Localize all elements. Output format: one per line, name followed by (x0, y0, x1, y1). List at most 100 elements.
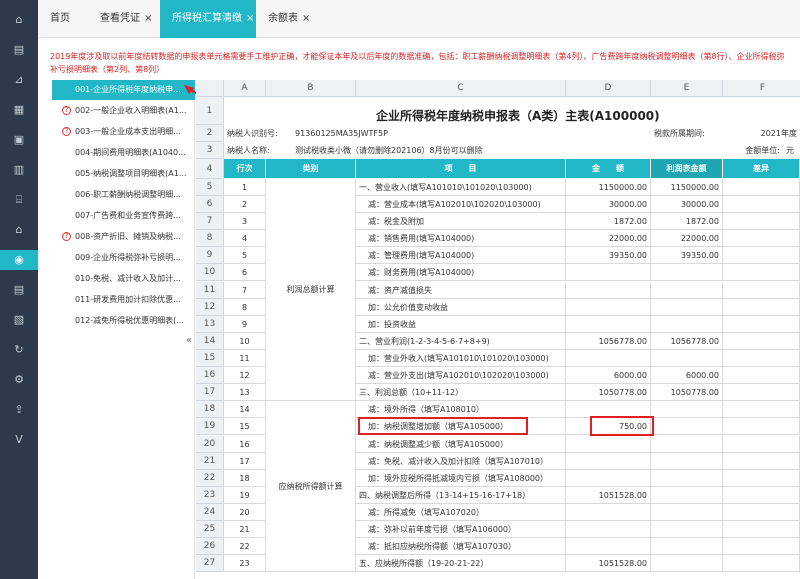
amount-cell[interactable]: 1056778.00 (566, 333, 651, 350)
pl-amount-cell[interactable] (651, 350, 723, 367)
tab-income-tax[interactable]: 所得税汇算清缴 × (160, 0, 256, 38)
diff-cell[interactable] (723, 521, 800, 538)
diff-cell[interactable] (723, 213, 800, 230)
amount-cell[interactable]: 1050778.00 (566, 384, 651, 401)
column-header[interactable]: B (266, 80, 356, 97)
building-icon[interactable]: ⌂ (0, 220, 38, 240)
row-header[interactable]: 1 (196, 97, 224, 125)
bank-icon[interactable]: ⌸ (0, 190, 38, 210)
row-header[interactable]: 24 (196, 504, 224, 521)
diff-cell[interactable] (723, 350, 800, 367)
ledger-icon[interactable]: ▣ (0, 130, 38, 150)
row-header[interactable]: 11 (196, 282, 224, 299)
pl-amount-cell[interactable] (651, 470, 723, 487)
amount-cell[interactable] (566, 282, 651, 299)
column-header[interactable]: D (566, 80, 651, 97)
diff-cell[interactable] (723, 333, 800, 350)
diff-cell[interactable] (723, 555, 800, 572)
amount-cell[interactable]: 1051528.00 (566, 487, 651, 504)
pl-amount-cell[interactable] (651, 418, 723, 435)
row-header[interactable]: 14 (196, 333, 224, 350)
tax-icon[interactable]: ◉ (0, 250, 38, 270)
pl-amount-cell[interactable]: 1872.00 (651, 213, 723, 230)
amount-cell[interactable] (566, 470, 651, 487)
amount-cell[interactable] (566, 316, 651, 333)
row-header[interactable]: 16 (196, 367, 224, 384)
row-header[interactable]: 8 (196, 230, 224, 247)
pl-amount-cell[interactable] (651, 264, 723, 281)
row-header[interactable]: 20 (196, 436, 224, 453)
column-header[interactable]: C (356, 80, 566, 97)
close-icon[interactable]: × (302, 13, 310, 24)
amount-cell[interactable] (566, 264, 651, 281)
amount-cell[interactable]: 1150000.00 (566, 179, 651, 196)
row-header[interactable]: 18 (196, 401, 224, 418)
row-header[interactable]: 2 (196, 125, 224, 142)
row-header[interactable]: 5 (196, 179, 224, 196)
row-header[interactable]: 7 (196, 213, 224, 230)
row-header[interactable]: 3 (196, 142, 224, 159)
settings-icon[interactable]: ⚙ (0, 370, 38, 390)
tab-home[interactable]: 首页 (38, 0, 88, 38)
invoice-icon[interactable]: ▤ (0, 280, 38, 300)
row-header[interactable]: 23 (196, 487, 224, 504)
amount-cell[interactable] (566, 436, 651, 453)
column-header[interactable]: A (224, 80, 266, 97)
list-item[interactable]: 011-研发费用加计扣除优惠... (52, 290, 195, 310)
pl-amount-cell[interactable]: 6000.00 (651, 367, 723, 384)
report-icon[interactable]: ▦ (0, 100, 38, 120)
close-icon[interactable]: × (144, 13, 152, 24)
close-icon[interactable]: × (246, 13, 254, 24)
pl-amount-cell[interactable] (651, 316, 723, 333)
diff-cell[interactable] (723, 282, 800, 299)
pl-amount-cell[interactable]: 39350.00 (651, 247, 723, 264)
list-item[interactable]: 006-职工薪酬纳税调整明细... (52, 185, 195, 205)
row-header[interactable]: 9 (196, 247, 224, 264)
row-header[interactable]: 10 (196, 264, 224, 281)
pl-amount-cell[interactable]: 1056778.00 (651, 333, 723, 350)
tab-view-voucher[interactable]: 查看凭证 × (88, 0, 160, 38)
voucher-icon[interactable]: ▤ (0, 40, 38, 60)
diff-cell[interactable] (723, 384, 800, 401)
pl-amount-cell[interactable] (651, 521, 723, 538)
diff-cell[interactable] (723, 230, 800, 247)
amount-cell[interactable] (566, 350, 651, 367)
refresh-icon[interactable]: ↻ (0, 340, 38, 360)
pl-amount-cell[interactable]: 1150000.00 (651, 179, 723, 196)
diff-cell[interactable] (723, 453, 800, 470)
column-header[interactable]: E (651, 80, 723, 97)
amount-cell[interactable]: 22000.00 (566, 230, 651, 247)
diff-cell[interactable] (723, 316, 800, 333)
row-header[interactable]: 19 (196, 418, 224, 435)
column-header[interactable]: F (723, 80, 800, 97)
diff-cell[interactable] (723, 487, 800, 504)
amount-cell[interactable] (566, 299, 651, 316)
pl-amount-cell[interactable] (651, 282, 723, 299)
list-item[interactable]: 007-广告费和业务宣传费跨... (52, 206, 195, 226)
amount-cell[interactable]: 39350.00 (566, 247, 651, 264)
export-icon[interactable]: ⇪ (0, 400, 38, 420)
row-header[interactable]: 6 (196, 196, 224, 213)
row-header[interactable]: 21 (196, 453, 224, 470)
pl-amount-cell[interactable]: 30000.00 (651, 196, 723, 213)
list-item[interactable]: ? 008-资产折旧、摊销及纳税... (52, 227, 195, 247)
row-header[interactable]: 27 (196, 555, 224, 572)
diff-cell[interactable] (723, 436, 800, 453)
amount-cell[interactable]: 30000.00 (566, 196, 651, 213)
row-header[interactable]: 15 (196, 350, 224, 367)
amount-cell[interactable] (566, 453, 651, 470)
row-header[interactable]: 25 (196, 521, 224, 538)
list-item[interactable]: ? 003-一般企业成本支出明细... (52, 122, 195, 142)
diff-cell[interactable] (723, 247, 800, 264)
chart-icon[interactable]: ⊿ (0, 70, 38, 90)
row-header[interactable]: 26 (196, 538, 224, 555)
diff-cell[interactable] (723, 401, 800, 418)
diff-cell[interactable] (723, 264, 800, 281)
stats-icon[interactable]: ▥ (0, 160, 38, 180)
row-header[interactable]: 22 (196, 470, 224, 487)
pl-amount-cell[interactable]: 22000.00 (651, 230, 723, 247)
diff-cell[interactable] (723, 504, 800, 521)
row-header[interactable]: 12 (196, 299, 224, 316)
list-item[interactable]: 010-免税、减计收入及加计... (52, 269, 195, 289)
amount-cell[interactable] (566, 521, 651, 538)
